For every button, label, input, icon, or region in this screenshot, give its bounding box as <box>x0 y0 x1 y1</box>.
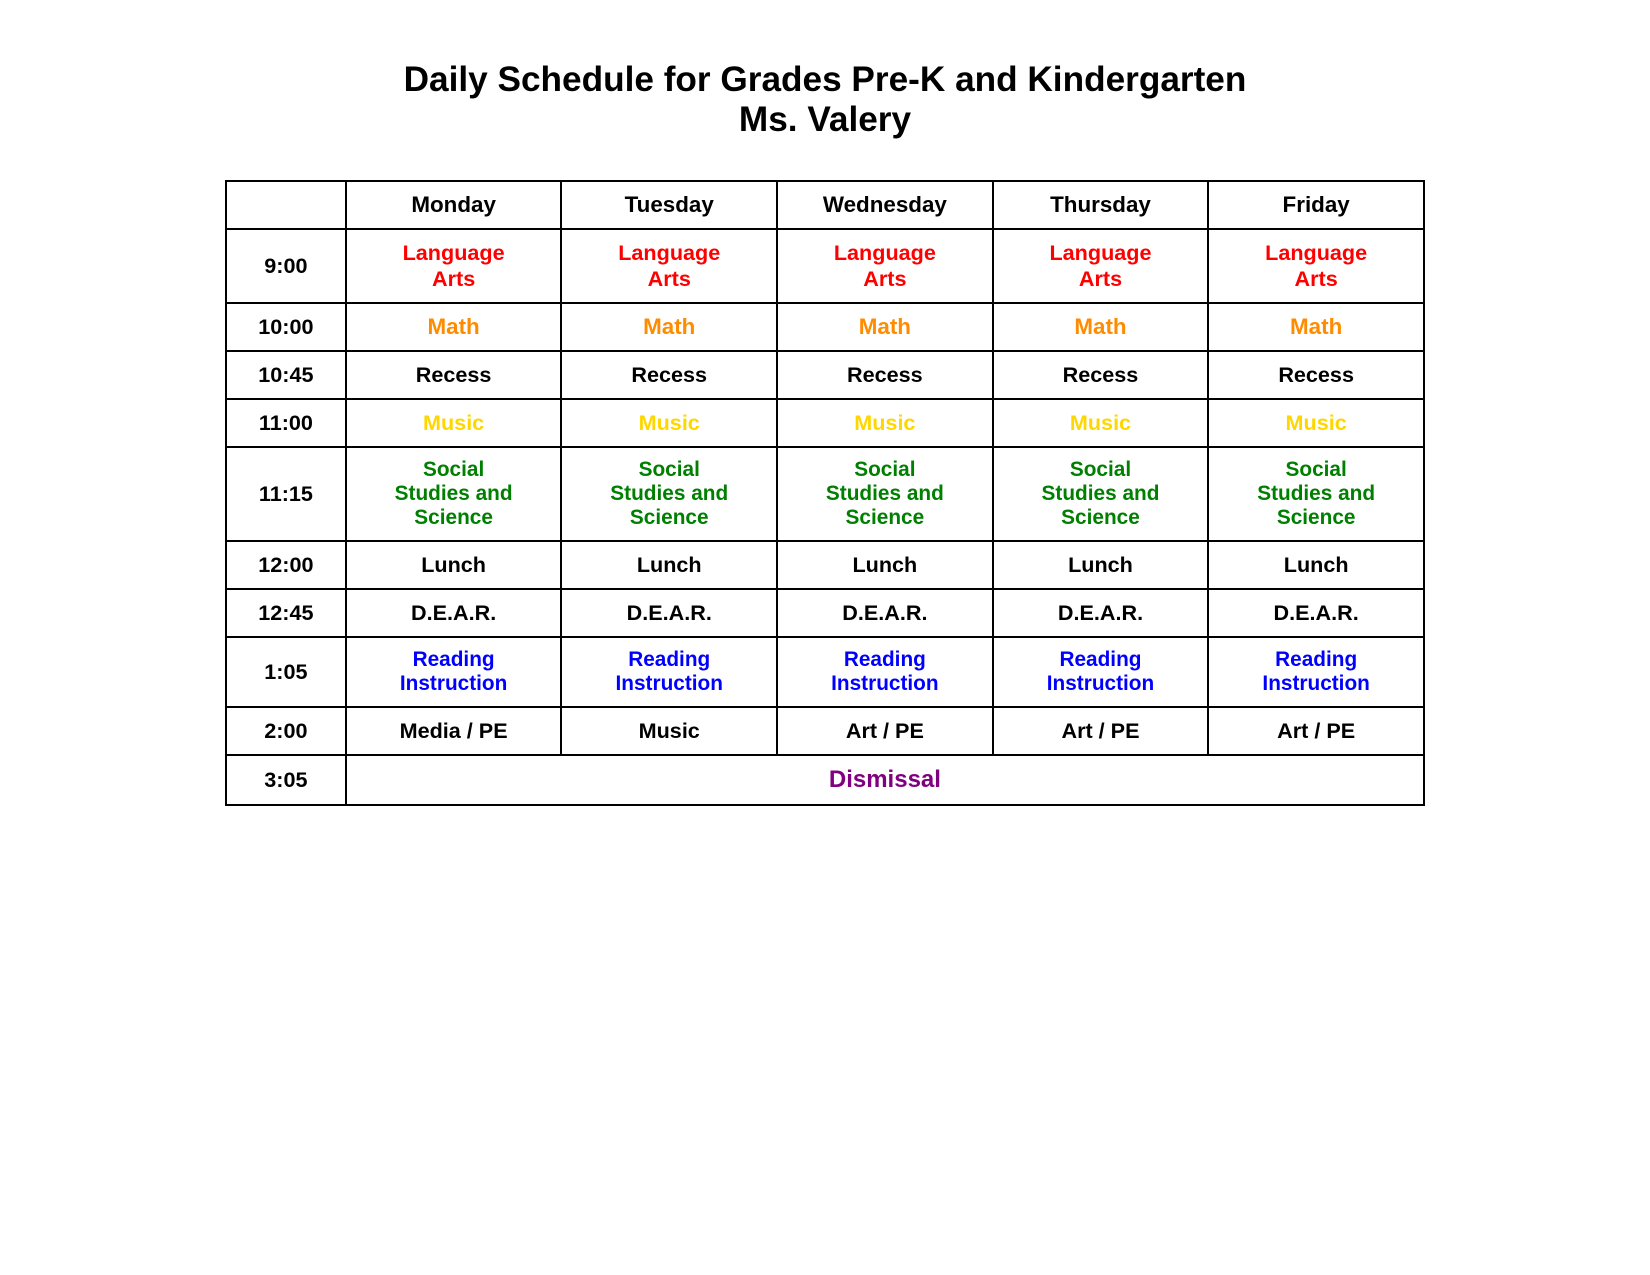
cell-wednesday-3: Music <box>777 399 993 447</box>
cell-wednesday-0: LanguageArts <box>777 229 993 303</box>
cell-wednesday-1: Math <box>777 303 993 351</box>
cell-friday-4: SocialStudies andScience <box>1208 447 1424 541</box>
cell-monday-0: LanguageArts <box>346 229 562 303</box>
cell-wednesday-8: Art / PE <box>777 707 993 755</box>
page-container: Daily Schedule for Grades Pre-K and Kind… <box>225 60 1425 806</box>
time-cell: 11:15 <box>226 447 346 541</box>
cell-monday-4: SocialStudies andScience <box>346 447 562 541</box>
cell-monday-2: Recess <box>346 351 562 399</box>
table-row: 10:45RecessRecessRecessRecessRecess <box>226 351 1424 399</box>
time-cell: 2:00 <box>226 707 346 755</box>
cell-tuesday-7: ReadingInstruction <box>561 637 777 707</box>
title-line2: Ms. Valery <box>225 100 1425 140</box>
header-wednesday: Wednesday <box>777 181 993 229</box>
time-cell: 9:00 <box>226 229 346 303</box>
cell-thursday-4: SocialStudies andScience <box>993 447 1209 541</box>
title-block: Daily Schedule for Grades Pre-K and Kind… <box>225 60 1425 140</box>
table-row: 10:00MathMathMathMathMath <box>226 303 1424 351</box>
title-line1: Daily Schedule for Grades Pre-K and Kind… <box>225 60 1425 100</box>
cell-monday-8: Media / PE <box>346 707 562 755</box>
table-row: 12:00LunchLunchLunchLunchLunch <box>226 541 1424 589</box>
cell-tuesday-3: Music <box>561 399 777 447</box>
table-row: 9:00LanguageArtsLanguageArtsLanguageArts… <box>226 229 1424 303</box>
cell-tuesday-4: SocialStudies andScience <box>561 447 777 541</box>
header-thursday: Thursday <box>993 181 1209 229</box>
cell-wednesday-7: ReadingInstruction <box>777 637 993 707</box>
cell-wednesday-6: D.E.A.R. <box>777 589 993 637</box>
cell-friday-1: Math <box>1208 303 1424 351</box>
table-row: 3:05Dismissal <box>226 755 1424 805</box>
cell-thursday-6: D.E.A.R. <box>993 589 1209 637</box>
cell-tuesday-5: Lunch <box>561 541 777 589</box>
cell-friday-2: Recess <box>1208 351 1424 399</box>
table-row: 12:45D.E.A.R.D.E.A.R.D.E.A.R.D.E.A.R.D.E… <box>226 589 1424 637</box>
cell-thursday-5: Lunch <box>993 541 1209 589</box>
dismissal-cell: Dismissal <box>346 755 1424 805</box>
cell-wednesday-4: SocialStudies andScience <box>777 447 993 541</box>
cell-thursday-2: Recess <box>993 351 1209 399</box>
cell-friday-5: Lunch <box>1208 541 1424 589</box>
time-cell: 10:45 <box>226 351 346 399</box>
cell-monday-7: ReadingInstruction <box>346 637 562 707</box>
table-row: 11:15SocialStudies andScienceSocialStudi… <box>226 447 1424 541</box>
cell-tuesday-2: Recess <box>561 351 777 399</box>
table-row: 2:00Media / PEMusicArt / PEArt / PEArt /… <box>226 707 1424 755</box>
cell-friday-7: ReadingInstruction <box>1208 637 1424 707</box>
cell-wednesday-5: Lunch <box>777 541 993 589</box>
cell-monday-1: Math <box>346 303 562 351</box>
cell-friday-8: Art / PE <box>1208 707 1424 755</box>
table-row: 1:05ReadingInstructionReadingInstruction… <box>226 637 1424 707</box>
time-cell: 11:00 <box>226 399 346 447</box>
time-cell: 12:45 <box>226 589 346 637</box>
schedule-table: Monday Tuesday Wednesday Thursday Friday… <box>225 180 1425 806</box>
cell-monday-5: Lunch <box>346 541 562 589</box>
cell-thursday-7: ReadingInstruction <box>993 637 1209 707</box>
header-time <box>226 181 346 229</box>
header-monday: Monday <box>346 181 562 229</box>
cell-tuesday-0: LanguageArts <box>561 229 777 303</box>
cell-thursday-8: Art / PE <box>993 707 1209 755</box>
cell-monday-6: D.E.A.R. <box>346 589 562 637</box>
time-cell: 3:05 <box>226 755 346 805</box>
time-cell: 10:00 <box>226 303 346 351</box>
cell-thursday-0: LanguageArts <box>993 229 1209 303</box>
header-row: Monday Tuesday Wednesday Thursday Friday <box>226 181 1424 229</box>
cell-wednesday-2: Recess <box>777 351 993 399</box>
cell-friday-0: LanguageArts <box>1208 229 1424 303</box>
time-cell: 1:05 <box>226 637 346 707</box>
header-tuesday: Tuesday <box>561 181 777 229</box>
cell-thursday-1: Math <box>993 303 1209 351</box>
cell-thursday-3: Music <box>993 399 1209 447</box>
header-friday: Friday <box>1208 181 1424 229</box>
cell-monday-3: Music <box>346 399 562 447</box>
cell-friday-3: Music <box>1208 399 1424 447</box>
cell-tuesday-8: Music <box>561 707 777 755</box>
cell-friday-6: D.E.A.R. <box>1208 589 1424 637</box>
table-row: 11:00MusicMusicMusicMusicMusic <box>226 399 1424 447</box>
time-cell: 12:00 <box>226 541 346 589</box>
cell-tuesday-1: Math <box>561 303 777 351</box>
cell-tuesday-6: D.E.A.R. <box>561 589 777 637</box>
